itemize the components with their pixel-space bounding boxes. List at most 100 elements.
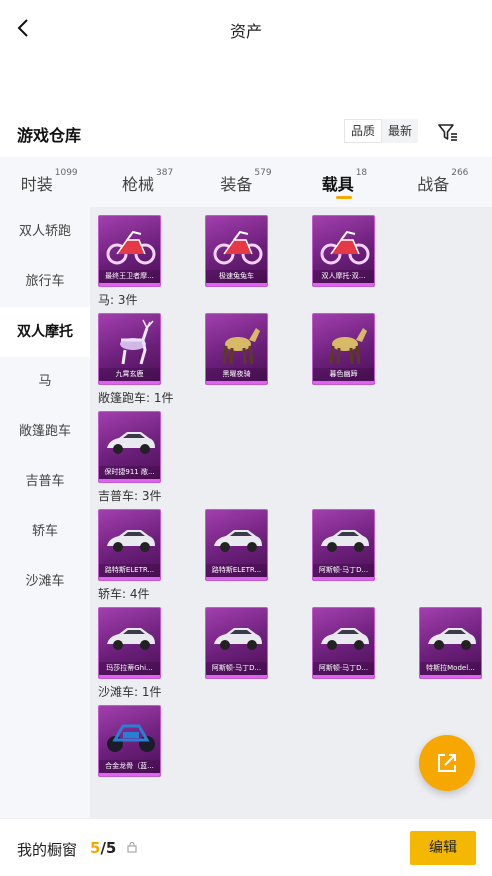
vehicle-card[interactable]: 最终王卫者摩... bbox=[98, 215, 161, 287]
rarity-bar bbox=[99, 675, 160, 678]
vehicle-name: 阿斯顿·马丁D... bbox=[313, 564, 374, 577]
vehicle-name: 双人摩托·双... bbox=[313, 270, 374, 283]
car-icon bbox=[317, 612, 372, 662]
tab-label: 载具 bbox=[321, 175, 354, 194]
group-label: 敞篷跑车: 1件 bbox=[98, 391, 174, 405]
vehicle-list: 最终王卫者摩... 极速兔兔车 双人摩托·双... 马: 3件九霄玄鹿 黑曜夜骑 暮色幽蹄… bbox=[90, 207, 492, 818]
rarity-bar bbox=[313, 381, 374, 384]
sidebar-item-beach-buggy[interactable]: 沙滩车 bbox=[0, 557, 90, 607]
vehicle-name: 黑曜夜骑 bbox=[206, 368, 267, 381]
vehicle-grid: 九霄玄鹿 黑曜夜骑 暮色幽蹄 bbox=[98, 313, 492, 385]
motorcycle-icon bbox=[103, 220, 158, 270]
vehicle-name: 玛莎拉蒂Ghi... bbox=[99, 662, 160, 675]
vehicle-card[interactable]: 暮色幽蹄 bbox=[312, 313, 375, 385]
rarity-bar bbox=[99, 773, 160, 776]
sort-quality-option[interactable]: 品质 bbox=[344, 119, 383, 143]
vehicle-card[interactable]: 阿斯顿·马丁D... bbox=[312, 509, 375, 581]
vehicle-type-sidebar: 双人轿跑 旅行车 双人摩托 马 敞篷跑车 吉普车 轿车 沙滩车 bbox=[0, 207, 90, 818]
car-icon bbox=[210, 612, 265, 662]
tab-label: 枪械 bbox=[122, 175, 155, 194]
tab-fashion[interactable]: 时装1099 bbox=[0, 157, 98, 207]
sidebar-item-sedan[interactable]: 轿车 bbox=[0, 507, 90, 557]
warehouse-title: 游戏仓库 bbox=[17, 126, 82, 145]
vehicle-name: 最终王卫者摩... bbox=[99, 270, 160, 283]
vehicle-name: 路特斯ELETR... bbox=[206, 564, 267, 577]
rarity-bar bbox=[420, 675, 481, 678]
external-link-icon bbox=[438, 754, 456, 772]
warehouse-row: 游戏仓库 品质 最新 bbox=[0, 112, 492, 152]
vehicle-grid: 玛莎拉蒂Ghi... 阿斯顿·马丁D... 阿斯顿·马丁D... 特斯拉Model..… bbox=[98, 607, 492, 679]
vehicle-card[interactable]: 阿斯顿·马丁D... bbox=[205, 607, 268, 679]
active-tab-indicator bbox=[336, 196, 353, 199]
vehicle-card[interactable]: 极速兔兔车 bbox=[205, 215, 268, 287]
tab-equipment[interactable]: 装备579 bbox=[197, 157, 295, 207]
group-label: 轿车: 4件 bbox=[98, 587, 150, 601]
vehicle-name: 路特斯ELETR... bbox=[99, 564, 160, 577]
assets-page: 资产 游戏仓库 品质 最新 时装1099 枪械387 装备579 载具18 战备… bbox=[0, 0, 492, 876]
showcase-total: /5 bbox=[100, 839, 117, 857]
rarity-bar bbox=[99, 577, 160, 580]
rarity-bar bbox=[206, 577, 267, 580]
vehicle-card[interactable]: 阿斯顿·马丁D... bbox=[312, 607, 375, 679]
showcase-count: 5/5 bbox=[90, 839, 116, 857]
horse-icon bbox=[317, 318, 372, 368]
vehicle-name: 极速兔兔车 bbox=[206, 270, 267, 283]
vehicle-grid: 路特斯ELETR... 路特斯ELETR... 阿斯顿·马丁D... bbox=[98, 509, 492, 581]
vehicle-card[interactable]: 双人摩托·双... bbox=[312, 215, 375, 287]
tab-label: 战备 bbox=[417, 175, 450, 194]
tab-count: 387 bbox=[156, 168, 174, 178]
rarity-bar bbox=[99, 479, 160, 482]
vehicle-name: 合金龙骨（蓝... bbox=[99, 760, 160, 773]
vehicle-card[interactable]: 路特斯ELETR... bbox=[205, 509, 268, 581]
vehicle-name: 阿斯顿·马丁D... bbox=[206, 662, 267, 675]
filter-icon[interactable] bbox=[436, 120, 460, 144]
group-label: 吉普车: 3件 bbox=[98, 489, 162, 503]
vehicle-name: 暮色幽蹄 bbox=[313, 368, 374, 381]
sidebar-item-horse[interactable]: 马 bbox=[0, 357, 90, 407]
car-icon bbox=[424, 612, 479, 662]
car-icon bbox=[210, 514, 265, 564]
car-icon bbox=[317, 514, 372, 564]
vehicle-name: 九霄玄鹿 bbox=[99, 368, 160, 381]
vehicle-name: 阿斯顿·马丁D... bbox=[313, 662, 374, 675]
vehicle-card[interactable]: 玛莎拉蒂Ghi... bbox=[98, 607, 161, 679]
vehicle-name: 保时捷911 敞... bbox=[99, 466, 160, 479]
share-button[interactable] bbox=[419, 735, 475, 791]
vehicle-card[interactable]: 合金龙骨（蓝... bbox=[98, 705, 161, 777]
vehicle-grid: 保时捷911 敞... bbox=[98, 411, 492, 483]
tab-vehicles[interactable]: 载具18 bbox=[295, 157, 393, 207]
vehicle-card[interactable]: 特斯拉Model... bbox=[419, 607, 482, 679]
sort-latest-option[interactable]: 最新 bbox=[382, 119, 418, 143]
buggy-icon bbox=[103, 710, 158, 760]
page-title: 资产 bbox=[229, 22, 262, 41]
showcase-label: 我的橱窗 bbox=[17, 841, 78, 859]
rarity-bar bbox=[99, 283, 160, 286]
lock-icon bbox=[127, 842, 137, 853]
group-label: 马: 3件 bbox=[98, 293, 138, 307]
sidebar-item-two-seat-motorcycle[interactable]: 双人摩托 bbox=[0, 307, 90, 357]
vehicle-name: 特斯拉Model... bbox=[420, 662, 481, 675]
tab-supplies[interactable]: 战备266 bbox=[394, 157, 492, 207]
sidebar-item-touring-car[interactable]: 旅行车 bbox=[0, 257, 90, 307]
car-icon bbox=[103, 612, 158, 662]
rarity-bar bbox=[206, 283, 267, 286]
car-icon bbox=[103, 416, 158, 466]
motorcycle-icon bbox=[210, 220, 265, 270]
sidebar-item-convertible[interactable]: 敞篷跑车 bbox=[0, 407, 90, 457]
vehicle-card[interactable]: 路特斯ELETR... bbox=[98, 509, 161, 581]
tab-count: 18 bbox=[355, 168, 368, 178]
sidebar-item-jeep[interactable]: 吉普车 bbox=[0, 457, 90, 507]
showcase-bar: 我的橱窗 5/5 编辑 bbox=[0, 818, 492, 876]
deer-icon bbox=[103, 318, 158, 368]
tab-weapons[interactable]: 枪械387 bbox=[98, 157, 196, 207]
rarity-bar bbox=[313, 577, 374, 580]
header: 资产 bbox=[0, 0, 492, 58]
rarity-bar bbox=[99, 381, 160, 384]
tab-count: 1099 bbox=[54, 168, 78, 178]
vehicle-card[interactable]: 九霄玄鹿 bbox=[98, 313, 161, 385]
sidebar-item-two-seat-coupe[interactable]: 双人轿跑 bbox=[0, 207, 90, 257]
edit-button[interactable]: 编辑 bbox=[410, 831, 476, 865]
vehicle-card[interactable]: 保时捷911 敞... bbox=[98, 411, 161, 483]
vehicle-card[interactable]: 黑曜夜骑 bbox=[205, 313, 268, 385]
